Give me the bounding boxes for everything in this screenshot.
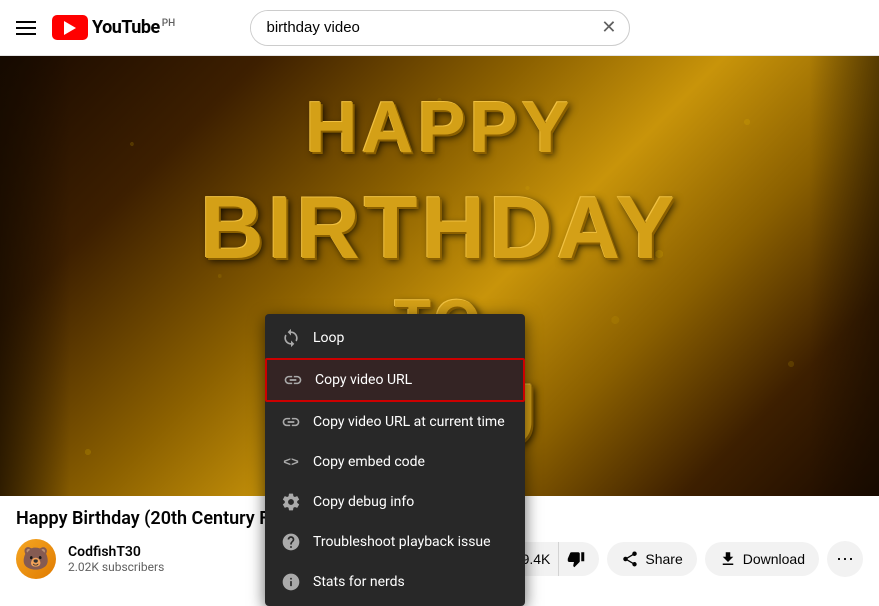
download-label: Download <box>743 551 805 567</box>
help-icon <box>281 532 301 552</box>
logo-text: YouTube <box>92 17 160 38</box>
share-button[interactable]: Share <box>607 542 696 576</box>
troubleshoot-label: Troubleshoot playback issue <box>313 534 491 550</box>
context-menu-troubleshoot[interactable]: Troubleshoot playback issue <box>265 522 525 562</box>
copy-embed-label: Copy embed code <box>313 454 425 470</box>
loop-icon <box>281 328 301 348</box>
search-bar: ✕ <box>250 10 630 46</box>
copy-debug-label: Copy debug info <box>313 494 414 510</box>
video-player[interactable]: HAPPY BIRTHDAY TO YOU Loop C <box>0 56 879 496</box>
logo-country: PH <box>162 18 175 29</box>
header: YouTube PH ✕ <box>0 0 879 56</box>
like-count: 9.4K <box>522 551 551 567</box>
context-menu-copy-url-time[interactable]: Copy video URL at current time <box>265 402 525 442</box>
channel-avatar[interactable]: 🐻 <box>16 539 56 579</box>
context-menu-stats[interactable]: Stats for nerds <box>265 562 525 602</box>
copy-url-time-label: Copy video URL at current time <box>313 414 505 430</box>
context-menu: Loop Copy video URL Copy video URL at cu… <box>265 314 525 606</box>
share-icon <box>621 550 639 568</box>
context-menu-loop[interactable]: Loop <box>265 318 525 358</box>
loop-label: Loop <box>313 330 344 346</box>
youtube-logo-icon <box>52 15 88 40</box>
action-buttons: 9.4K Share Download <box>484 541 863 577</box>
dislike-button[interactable] <box>559 542 599 576</box>
link-icon <box>283 370 303 390</box>
youtube-logo[interactable]: YouTube PH <box>52 15 175 40</box>
context-menu-copy-embed[interactable]: <> Copy embed code <box>265 442 525 482</box>
embed-icon: <> <box>281 452 301 472</box>
stats-label: Stats for nerds <box>313 574 405 590</box>
search-input[interactable] <box>251 11 590 45</box>
side-overlay-left <box>0 56 70 496</box>
search-clear-button[interactable]: ✕ <box>589 17 628 38</box>
download-button[interactable]: Download <box>705 542 819 576</box>
copy-url-label: Copy video URL <box>315 372 412 388</box>
context-menu-copy-url[interactable]: Copy video URL <box>265 358 525 402</box>
more-dots-icon: ⋯ <box>836 549 854 570</box>
context-menu-copy-debug[interactable]: Copy debug info <box>265 482 525 522</box>
share-label: Share <box>645 551 682 567</box>
info-icon <box>281 572 301 592</box>
avatar-emoji: 🐻 <box>22 547 49 572</box>
side-overlay-right <box>809 56 879 496</box>
more-button[interactable]: ⋯ <box>827 541 863 577</box>
link-time-icon <box>281 412 301 432</box>
download-icon <box>719 550 737 568</box>
hamburger-menu[interactable] <box>16 21 36 35</box>
thumbs-down-icon <box>567 550 585 568</box>
debug-icon <box>281 492 301 512</box>
